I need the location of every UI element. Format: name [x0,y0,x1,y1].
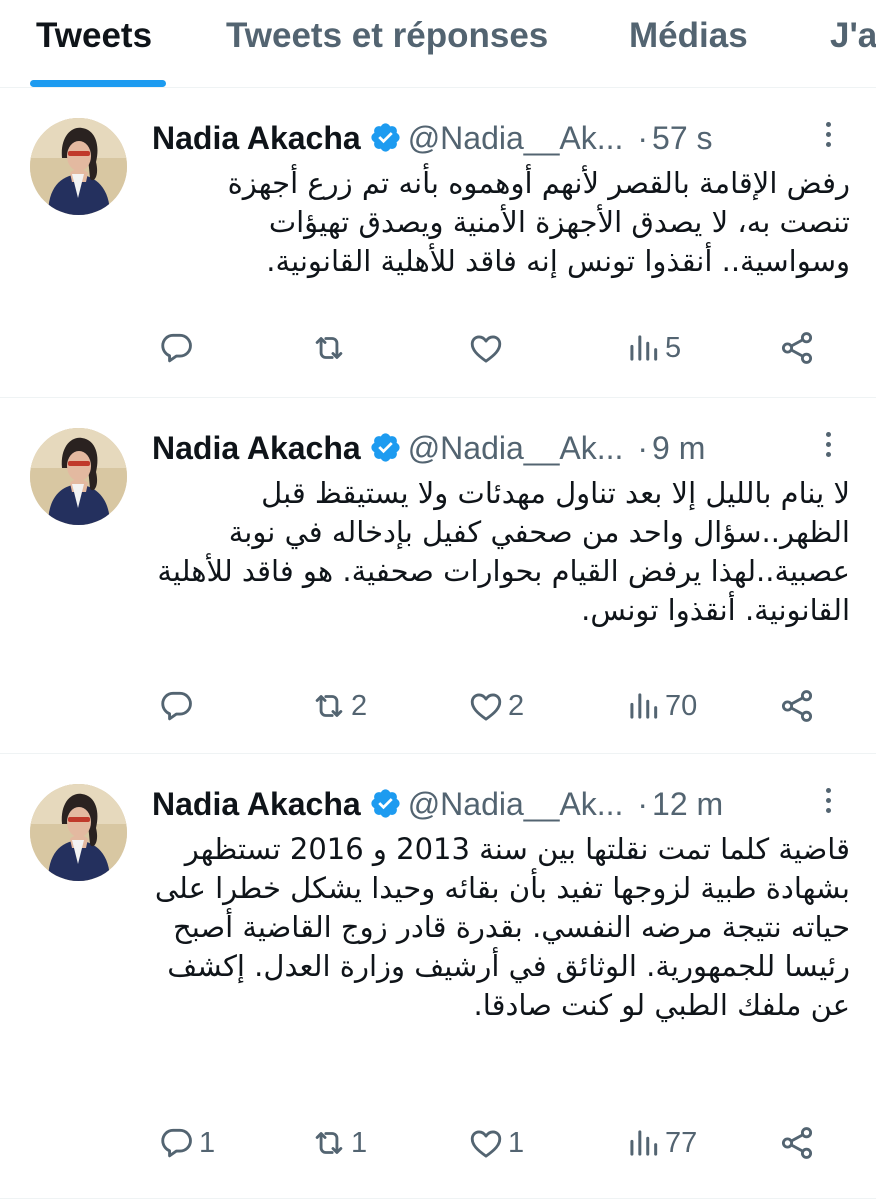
retweet-count: 2 [351,689,368,722]
tab-media[interactable]: Médias [629,14,748,58]
more-vertical-icon[interactable] [818,428,838,468]
tab-likes[interactable]: J'a [830,14,876,58]
like-button[interactable]: 2 [467,684,524,728]
like-count: 1 [508,1126,525,1159]
share-icon [781,332,813,364]
tweet[interactable]: Nadia Akacha @Nadia__Ak... · 57 s رفض الإقا… [0,88,876,398]
more-vertical-icon[interactable] [818,784,838,824]
share-button[interactable] [778,1121,816,1165]
tweet-text: قاضية كلما تمت نقلتها بين سنة 2013 و 201… [154,832,850,1022]
tweet-text: لا ينام بالليل إلا بعد تناول مهدئات ولا … [157,476,850,627]
avatar[interactable] [30,784,127,881]
reply-button[interactable] [158,684,199,728]
reply-button[interactable] [158,326,199,370]
tweet-timeline: Nadia Akacha @Nadia__Ak... · 57 s رفض الإقا… [0,88,876,1199]
more-vertical-icon[interactable] [818,118,838,158]
tweet-text: رفض الإقامة بالقصر لأنهم أوهموه بأنه تم … [227,166,850,278]
views-chart-icon [630,693,658,719]
heart-icon [470,335,502,363]
verified-badge-icon [369,121,402,154]
views-button[interactable]: 70 [624,684,697,728]
author-name[interactable]: Nadia Akacha [152,430,361,466]
author-name[interactable]: Nadia Akacha [152,786,361,822]
like-count: 2 [508,689,525,722]
tweet-header: Nadia Akacha @Nadia__Ak... · 12 m [152,782,852,826]
author-handle[interactable]: @Nadia__Ak... [408,786,624,822]
share-icon [781,690,813,722]
verified-badge-icon [369,787,402,820]
heart-icon [470,693,502,721]
share-button[interactable] [778,326,816,370]
tweet[interactable]: Nadia Akacha @Nadia__Ak... · 12 m قاضية كلم… [0,754,876,1199]
tweet-actions: 2 2 70 [0,684,876,728]
retweet-icon [315,1132,343,1154]
tweet-timestamp[interactable]: 57 s [652,120,712,156]
views-button[interactable]: 77 [624,1121,697,1165]
share-icon [781,1127,813,1159]
views-button[interactable]: 5 [624,326,681,370]
separator-dot: · [637,120,649,156]
views-count: 70 [665,689,698,722]
reply-button[interactable]: 1 [158,1121,215,1165]
separator-dot: · [637,786,649,822]
tab-tweets-and-replies[interactable]: Tweets et réponses [226,14,548,58]
reply-icon [161,691,192,721]
tweet[interactable]: Nadia Akacha @Nadia__Ak... · 9 m لا ينام با… [0,398,876,754]
share-button[interactable] [778,684,816,728]
tweet-header: Nadia Akacha @Nadia__Ak... · 57 s [152,116,852,160]
heart-icon [470,1130,502,1158]
like-button[interactable] [467,326,508,370]
tweet-timestamp[interactable]: 12 m [652,786,723,822]
verified-badge-icon [369,431,402,464]
avatar[interactable] [30,428,127,525]
author-name[interactable]: Nadia Akacha [152,120,361,156]
active-tab-indicator [30,80,166,87]
separator-dot: · [637,430,649,466]
retweet-icon [315,695,343,717]
reply-icon [161,333,192,363]
tab-tweets[interactable]: Tweets [36,14,152,58]
retweet-button[interactable]: 2 [310,684,367,728]
like-button[interactable]: 1 [467,1121,524,1165]
tweet-timestamp[interactable]: 9 m [652,430,705,466]
reply-count: 1 [199,1126,216,1159]
reply-icon [161,1128,192,1158]
views-chart-icon [630,335,658,361]
views-chart-icon [630,1130,658,1156]
retweet-button[interactable]: 1 [310,1121,367,1165]
tweet-header: Nadia Akacha @Nadia__Ak... · 9 m [152,426,852,470]
retweet-count: 1 [351,1126,368,1159]
views-count: 5 [665,331,682,364]
author-handle[interactable]: @Nadia__Ak... [408,430,624,466]
avatar[interactable] [30,118,127,215]
profile-tabs: Tweets Tweets et réponses Médias J'a [0,0,876,88]
author-handle[interactable]: @Nadia__Ak... [408,120,624,156]
views-count: 77 [665,1126,698,1159]
tweet-actions: 1 1 1 77 [0,1121,876,1165]
retweet-icon [315,337,343,359]
retweet-button[interactable] [310,326,351,370]
tweet-actions: 5 [0,326,876,370]
